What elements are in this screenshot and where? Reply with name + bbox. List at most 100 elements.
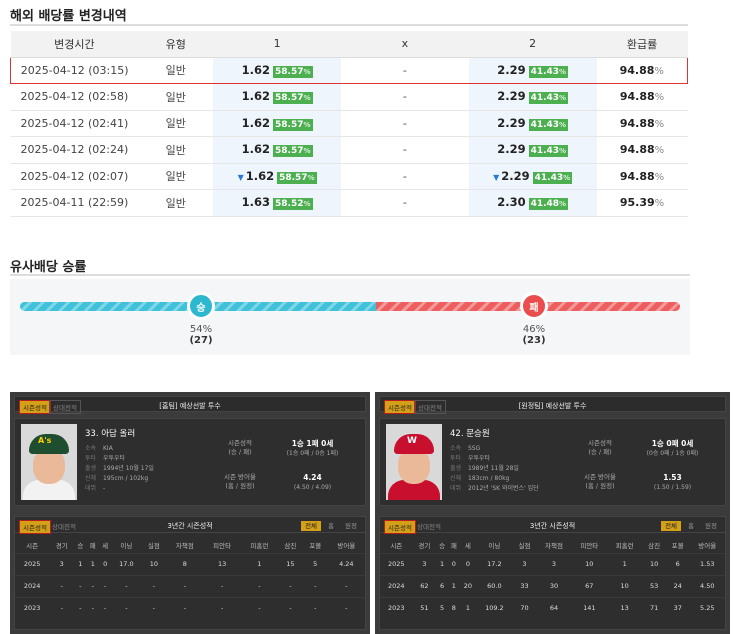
title-divider [10,24,688,26]
away-odds-cell: 2.29 41.43% [468,110,597,137]
stat-cell: 2025 [15,552,50,575]
stat-col-header: 피안타 [213,541,232,550]
stat-cell: - [327,574,365,597]
stat-cell: 2024 [380,574,413,597]
info-key: 출생 [85,465,97,472]
stat-cell: 4.24 [327,552,365,575]
odds-row[interactable]: 2025-04-12 (02:41) 일반 1.62 58.57% -2.29 41.43… [10,110,688,137]
pct-unit: % [563,173,571,182]
stat-col-header: 패 [450,541,457,550]
pct-unit: % [559,94,567,103]
change-time: 2025-04-12 (02:07) [10,163,139,190]
return-rate: 94.88% [596,110,688,137]
label-line: 시즌 방어율 [584,473,616,481]
col-header-away: 2 [468,31,597,58]
home-pitcher-panel: 시즌성적 상대전적 [홈팀] 예상선발 투수 A's 33. 아담 올러 소속 KIA 투타 우… [10,392,370,634]
stat-cell: 2025 [380,552,413,575]
stat-cell: 17.0 [111,552,142,575]
stat-cell: 5 [436,596,448,619]
stat-cell: 1 [447,574,460,597]
return-value: 94.88 [619,63,655,77]
odds-row[interactable]: 2025-04-11 (22:59) 일반 1.63 58.52% -2.30 41.48… [10,189,688,217]
team-logo-icon: W [407,436,417,446]
value-main: 1승 1패 0세 [291,439,334,448]
filter-0-button[interactable]: 전체 [301,521,322,531]
info-value: 195cm / 102kg [103,475,149,482]
filter-0-button[interactable]: 전체 [661,521,682,531]
stat-col-header: 패 [89,541,96,550]
return-unit: % [654,145,665,157]
stat-col-header: 피안타 [580,541,599,550]
stat-col-header: 피홈런 [615,541,634,550]
stat-cell: 6 [436,574,448,597]
away-pct: 41.48 [530,199,560,210]
pitcher-profile-card: W 42. 문승원 소속 SSG 투타 우투우타 출생 1989년 11월 28일 신체 183c… [379,418,726,506]
return-value: 95.39 [619,196,655,210]
stat-cell: 60.0 [476,574,513,597]
stat-cell: 109.2 [476,596,513,619]
stat-cell: - [111,574,142,597]
filter-1-button[interactable]: 홈 [684,521,698,531]
away-pct-badge: 41.43% [528,145,569,158]
stat-cell: 37 [665,596,690,619]
season-stat-row: 2023 51 5 8 1 109.2 70 64 141 13 71 37 5.25 [380,596,725,619]
away-pct: 41.43 [530,93,560,104]
filter-1-button[interactable]: 홈 [324,521,338,531]
odds-row[interactable]: 2025-04-12 (02:07) 일반 ▼ 1.62 58.57% - ▼ 2.29 41.… [10,163,688,190]
home-pct-badge: 58.52% [273,198,313,211]
stat-cell: 24 [665,574,690,597]
venue-filter: 전체 홈 원정 [658,520,721,531]
pitcher-name: 33. 아담 올러 [85,429,136,439]
season-summary: 시즌성적 (승 / 패) 1승 1패 0세 (1승 0패 / 0승 1패) 시즌 방어율… [215,439,355,503]
stat-col-header: 세 [464,541,471,550]
odds-row[interactable]: 2025-04-12 (02:58) 일반 1.62 58.57% -2.29 41.43… [10,83,688,111]
pitcher-info-row: 출생 1994년 10월 17일 [85,464,154,474]
away-odds: 2.29 [497,142,526,157]
pitcher-info-row: 투타 우투우타 [450,454,539,464]
home-pct-badge: 58.57% [273,92,313,105]
stat-cell: 5 [302,552,328,575]
pitcher-info-row: 데뷔 2012년 'SK 와이번스' 입단 [450,484,539,494]
home-pct: 58.52 [275,199,304,210]
title-divider [10,274,690,276]
stat-cell: 13 [607,596,643,619]
away-odds-cell: 2.29 41.43% [468,56,597,84]
pitcher-info: 소속 KIA 투타 우투우타 출생 1994년 10월 17일 신체 195cm / 102k… [85,444,154,494]
info-key: 투타 [85,455,97,462]
value-sub: (0승 0패 / 1승 0패) [646,450,699,457]
stat-col-header: 이닝 [120,541,133,550]
pct-unit: % [559,147,567,156]
home-pct-badge: 58.57% [277,171,317,184]
home-pct-badge: 58.57% [273,145,313,158]
stat-cell: 1 [607,552,643,575]
odds-row[interactable]: 2025-04-12 (02:24) 일반 1.62 58.57% -2.29 41.43… [10,136,688,164]
away-odds: 2.29 [497,89,526,104]
win-stat: 54% (27) [171,324,231,346]
value-main: 1승 0패 0세 [651,439,694,448]
value-main: 4.24 [303,473,322,482]
label-line: (승 / 패) [588,448,612,456]
filter-2-button[interactable]: 원정 [701,521,721,531]
pitcher-header-bar: 시즌성적 상대전적 [홈팀] 예상선발 투수 [14,396,366,414]
value-main: 1.53 [663,473,682,482]
stat-col-header: 자책점 [175,541,194,550]
stat-cell: - [240,596,278,619]
pitcher-photo: W [386,424,442,500]
filter-2-button[interactable]: 원정 [341,521,361,531]
pitcher-info-row: 출생 1989년 11월 28일 [450,464,539,474]
stat-cell: 10 [141,552,167,575]
info-value: KIA [103,445,113,452]
odds-row[interactable]: 2025-04-12 (03:15) 일반 1.62 58.57% -2.29 41.43… [10,56,688,84]
away-pct-badge: 41.43% [528,92,569,105]
stat-cell: - [74,574,87,597]
away-pct: 41.43 [534,172,564,183]
stat-cell: - [74,596,87,619]
col-header-time: 변경시간 [10,31,139,58]
season-stats-table: 시즌 경기 승 패 세 이닝 실점 자책점 피안타 피홈런 삼진 포볼 방어율 2025 3 1 1 0 17.0 1… [15,537,365,619]
info-key: 출생 [450,465,462,472]
win-percent: 54% [189,324,213,335]
pct-unit: % [307,173,315,182]
era-label: 시즌 방어율 (홈 / 원정) [215,473,265,491]
return-rate: 94.88% [596,83,688,111]
draw-odds: - [340,56,469,84]
